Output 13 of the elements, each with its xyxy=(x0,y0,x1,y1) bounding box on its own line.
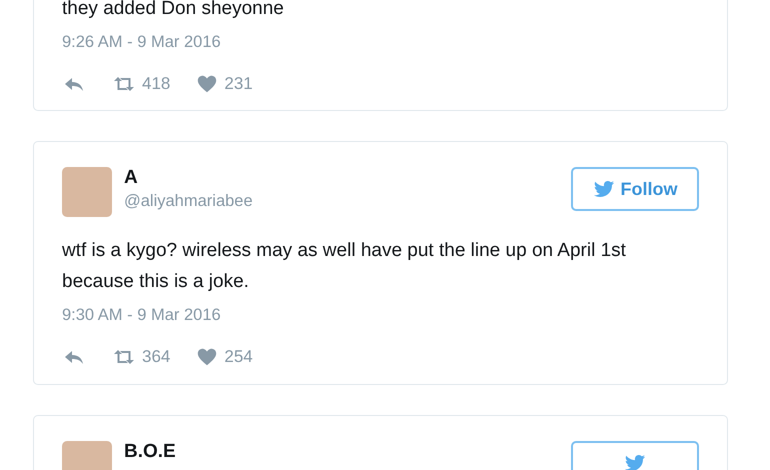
like-count: 231 xyxy=(224,72,253,95)
follow-button[interactable]: Follow xyxy=(571,167,699,212)
tweet-text: they added Don sheyonne xyxy=(62,0,285,21)
user-handle: @aliyahmariabee xyxy=(124,191,254,212)
user-name: A xyxy=(124,167,139,190)
retweet-count: 418 xyxy=(142,72,170,95)
like-count: 254 xyxy=(224,346,253,368)
tweet-timestamp: 9:26 AM - 9 Mar 2016 xyxy=(62,32,222,53)
tweet-timestamp: 9:30 AM - 9 Mar 2016 xyxy=(62,305,222,326)
retweet-count: 364 xyxy=(142,346,170,368)
avatar-photo-placeholder xyxy=(62,167,112,218)
user-name: B.O.E xyxy=(124,440,177,462)
tweet-text: wtf is a kygo? wireless may as well have put the line up on April 1st because this is a joke. xyxy=(62,239,627,294)
